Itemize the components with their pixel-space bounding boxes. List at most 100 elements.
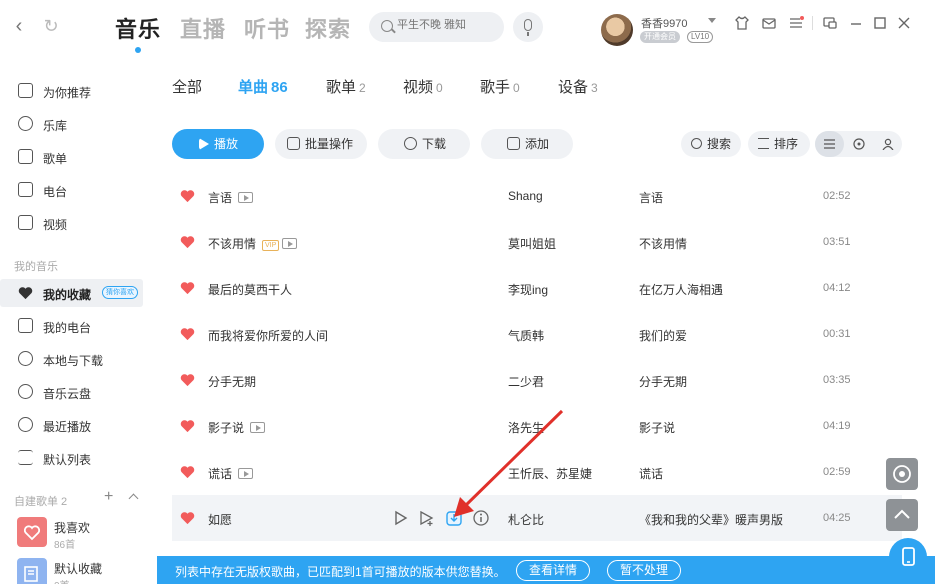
- phone-icon: [902, 547, 915, 566]
- close-icon[interactable]: [896, 15, 912, 31]
- liked-heart-icon[interactable]: [180, 511, 195, 525]
- artist-view-button[interactable]: [873, 131, 902, 157]
- mv-icon[interactable]: [238, 192, 254, 203]
- song-duration: 02:59: [823, 466, 851, 478]
- batch-operation-button[interactable]: 批量操作: [275, 129, 367, 159]
- song-title[interactable]: 不该用情 VIP: [208, 235, 298, 252]
- voice-search-button[interactable]: [513, 12, 543, 42]
- song-artist[interactable]: 李现ing: [508, 281, 548, 298]
- search-input[interactable]: [397, 19, 497, 31]
- search-box[interactable]: [369, 12, 504, 42]
- song-album[interactable]: 在亿万人海相遇: [639, 281, 723, 298]
- ignore-button[interactable]: 暂不处理: [607, 560, 681, 581]
- sidebar-item-video[interactable]: 视频: [0, 209, 143, 237]
- skin-shirt-icon[interactable]: [734, 15, 750, 31]
- liked-heart-icon[interactable]: [180, 419, 195, 433]
- playlist-item-favorites[interactable]: 我喜欢 86首: [17, 517, 147, 555]
- sidebar-item-default-list[interactable]: 默认列表: [0, 444, 143, 472]
- song-title[interactable]: 而我将爱你所爱的人间: [208, 327, 328, 344]
- avatar[interactable]: [601, 14, 633, 46]
- sidebar-item-recommend[interactable]: 为你推荐: [0, 77, 143, 105]
- tab-music[interactable]: 音乐: [115, 12, 161, 44]
- sidebar-item-local-download[interactable]: 本地与下载: [0, 345, 143, 373]
- mini-mode-icon[interactable]: [822, 15, 838, 31]
- row-add-to-playlist-icon[interactable]: [418, 509, 436, 527]
- song-title[interactable]: 影子说: [208, 419, 266, 436]
- play-all-button[interactable]: 播放: [172, 129, 264, 159]
- collapse-chevron-up-icon[interactable]: [128, 493, 139, 504]
- sort-button[interactable]: 排序: [748, 131, 810, 157]
- sidebar-item-my-radio[interactable]: 我的电台: [0, 312, 143, 340]
- phone-connect-button[interactable]: [889, 538, 927, 576]
- user-menu-chevron-down-icon[interactable]: [708, 18, 716, 23]
- sidebar-item-playlists[interactable]: 歌单: [0, 143, 143, 171]
- disc-view-button[interactable]: [844, 131, 873, 157]
- list-search-button[interactable]: 搜索: [681, 131, 741, 157]
- liked-heart-icon[interactable]: [180, 327, 195, 341]
- liked-heart-icon[interactable]: [180, 373, 195, 387]
- song-album[interactable]: 言语: [639, 189, 663, 206]
- subtab-playlists[interactable]: 歌单 2: [326, 76, 366, 97]
- username[interactable]: 香香9970: [641, 15, 687, 31]
- song-album[interactable]: 《我和我的父辈》暖声男版: [639, 511, 783, 528]
- tab-audiobook[interactable]: 听书: [244, 12, 290, 44]
- scrollbar[interactable]: [924, 60, 929, 584]
- subtab-videos[interactable]: 视频 0: [403, 76, 443, 97]
- add-to-button[interactable]: 添加: [481, 129, 573, 159]
- liked-heart-icon[interactable]: [180, 281, 195, 295]
- locate-current-song-button[interactable]: [886, 458, 918, 490]
- song-artist[interactable]: 莫叫姐姐: [508, 235, 556, 252]
- song-title[interactable]: 分手无期: [208, 373, 256, 390]
- mv-icon[interactable]: [250, 422, 266, 433]
- mv-icon[interactable]: [282, 238, 298, 249]
- subtab-all[interactable]: 全部: [172, 76, 202, 97]
- song-artist[interactable]: 二少君: [508, 373, 544, 390]
- song-title[interactable]: 如愿: [208, 511, 232, 528]
- liked-heart-icon[interactable]: [180, 465, 195, 479]
- back-to-top-button[interactable]: [886, 499, 918, 531]
- maximize-icon[interactable]: [872, 15, 888, 31]
- song-album[interactable]: 谎话: [639, 465, 663, 482]
- song-album[interactable]: 不该用情: [639, 235, 687, 252]
- guess-you-like-tag[interactable]: 猜你喜欢: [102, 286, 138, 299]
- song-row[interactable]: 最后的莫西干人 李现ing 在亿万人海相遇 04:12: [172, 265, 902, 311]
- view-details-button[interactable]: 查看详情: [516, 560, 590, 581]
- liked-heart-icon[interactable]: [180, 189, 195, 203]
- list-view-button[interactable]: [815, 131, 844, 157]
- row-play-icon[interactable]: [391, 509, 409, 527]
- sidebar-item-cloud[interactable]: 音乐云盘: [0, 378, 143, 406]
- song-row[interactable]: 不该用情 VIP 莫叫姐姐 不该用情 03:51: [172, 219, 902, 265]
- minimize-icon[interactable]: [848, 15, 864, 31]
- song-artist[interactable]: 气质韩: [508, 327, 544, 344]
- subtab-songs[interactable]: 单曲 86: [238, 76, 288, 97]
- song-album[interactable]: 我们的爱: [639, 327, 687, 344]
- song-row[interactable]: 分手无期 二少君 分手无期 03:35: [172, 357, 902, 403]
- liked-heart-icon[interactable]: [180, 235, 195, 249]
- subtab-artists[interactable]: 歌手 0: [480, 76, 520, 97]
- add-playlist-plus-icon[interactable]: +: [104, 488, 113, 506]
- download-button[interactable]: 下载: [378, 129, 470, 159]
- sidebar-item-radio[interactable]: 电台: [0, 176, 143, 204]
- tab-live[interactable]: 直播: [180, 12, 226, 44]
- sidebar-item-recent[interactable]: 最近播放: [0, 411, 143, 439]
- song-title[interactable]: 最后的莫西干人: [208, 281, 292, 298]
- sidebar-item-my-favorites[interactable]: 我的收藏 猜你喜欢: [0, 279, 143, 307]
- song-artist[interactable]: Shang: [508, 189, 543, 203]
- song-album[interactable]: 影子说: [639, 419, 675, 436]
- song-row[interactable]: 言语 Shang 言语 02:52: [172, 173, 902, 219]
- open-vip-badge[interactable]: 开通会员: [640, 31, 680, 43]
- menu-icon[interactable]: [788, 15, 804, 31]
- list-search-label: 搜索: [707, 137, 732, 151]
- tab-explore[interactable]: 探索: [305, 12, 351, 44]
- playlist-item-default-collection[interactable]: 默认收藏 0首: [17, 558, 147, 584]
- back-arrow-icon[interactable]: ‹: [8, 14, 30, 38]
- song-title[interactable]: 言语: [208, 189, 254, 206]
- subtab-devices[interactable]: 设备 3: [558, 76, 598, 97]
- sidebar-item-library[interactable]: 乐库: [0, 110, 143, 138]
- song-row[interactable]: 而我将爱你所爱的人间 气质韩 我们的爱 00:31: [172, 311, 902, 357]
- song-title[interactable]: 谎话: [208, 465, 254, 482]
- refresh-icon[interactable]: ↻: [40, 14, 62, 38]
- mv-icon[interactable]: [238, 468, 254, 479]
- mail-icon[interactable]: [761, 15, 777, 31]
- song-album[interactable]: 分手无期: [639, 373, 687, 390]
